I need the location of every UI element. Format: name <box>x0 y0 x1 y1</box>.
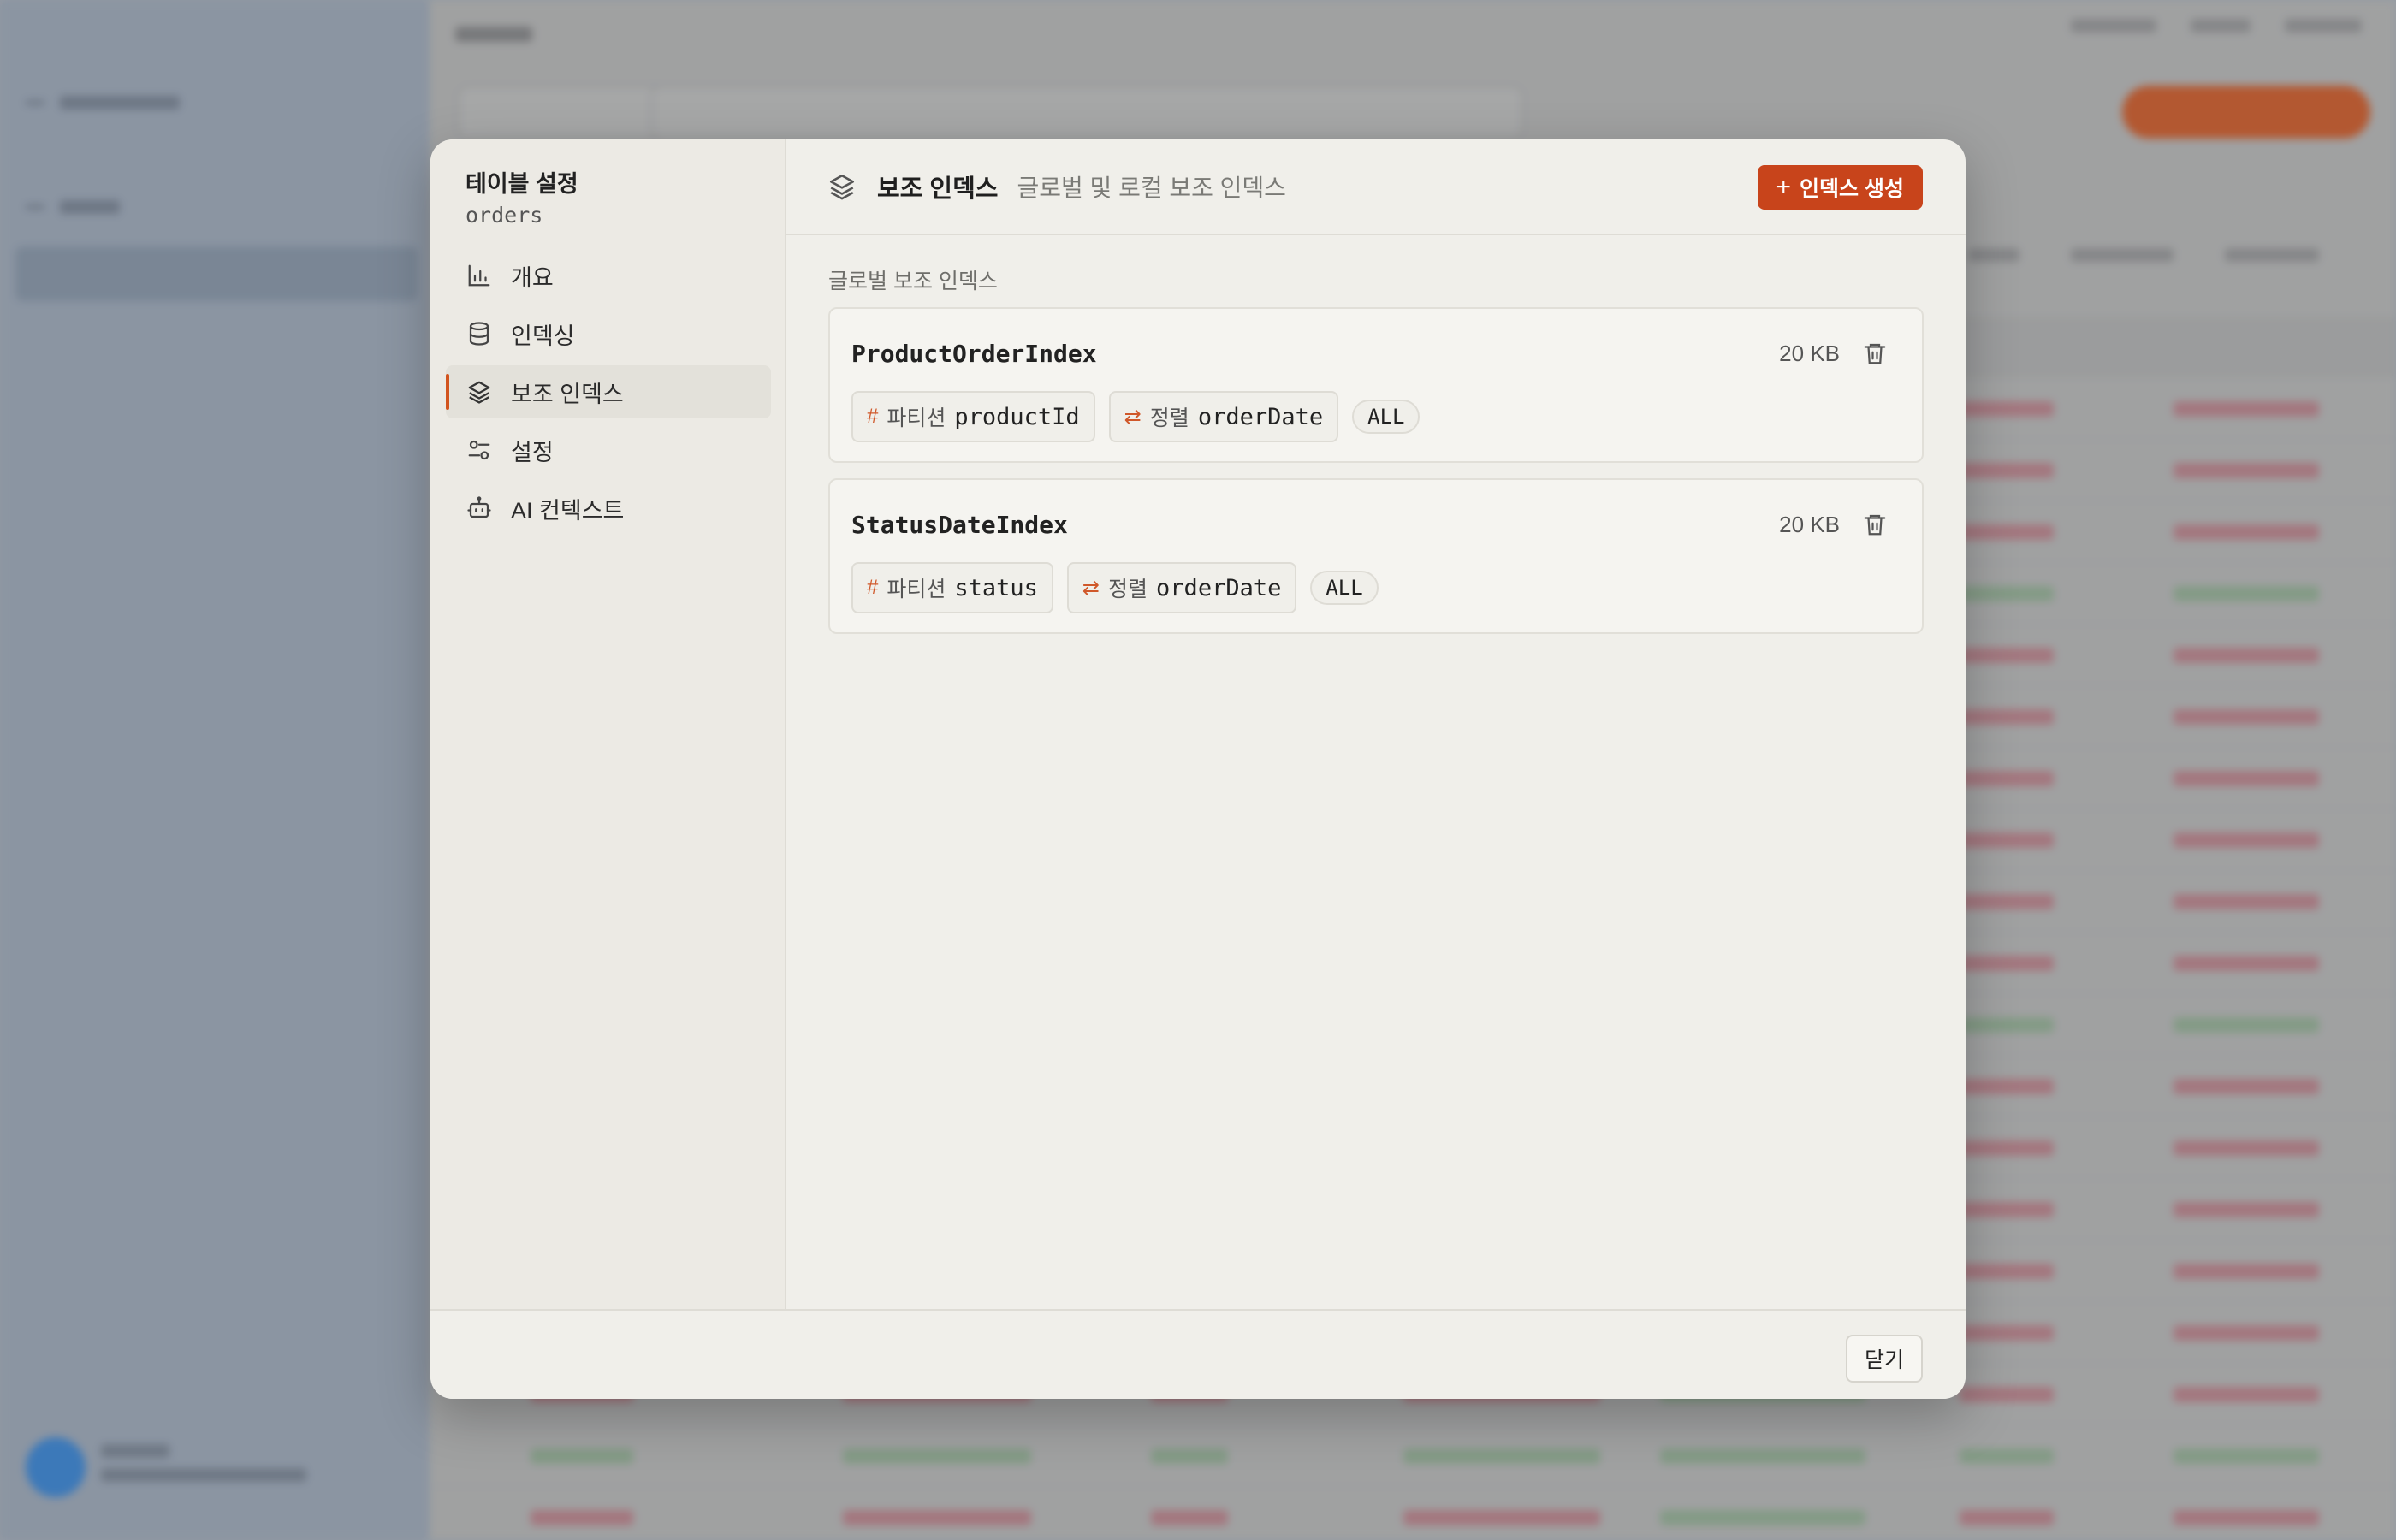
index-name: StatusDateIndex <box>851 511 1068 539</box>
hash-icon: # <box>867 576 879 599</box>
close-button[interactable]: 닫기 <box>1845 1335 1923 1383</box>
trash-icon[interactable] <box>1862 340 1888 367</box>
index-name: ProductOrderIndex <box>851 340 1097 368</box>
nav-item-label: 개요 <box>511 264 554 291</box>
nav-item-ai-context[interactable]: AI 컨텍스트 <box>446 482 771 535</box>
modal-title: 테이블 설정 <box>466 171 578 197</box>
modal-header: 보조 인덱스 글로벌 및 로컬 보조 인덱스 + 인덱스 생성 <box>786 139 1966 235</box>
section-title: 보조 인덱스 <box>877 175 999 203</box>
partition-key-chip: # 파티션 status <box>851 562 1053 613</box>
partition-key-chip: # 파티션 productId <box>851 391 1095 442</box>
nav-item-secondary-index[interactable]: 보조 인덱스 <box>446 365 771 418</box>
projection-badge: ALL <box>1352 400 1420 434</box>
index-size: 20 KB <box>1779 341 1840 366</box>
nav-item-indexing[interactable]: 인덱싱 <box>446 307 771 360</box>
plus-icon: + <box>1776 173 1792 201</box>
index-card: StatusDateIndex 20 KB # 파티션 status ⇄ 정렬 … <box>828 478 1924 634</box>
layers-icon <box>829 174 855 200</box>
nav-item-overview[interactable]: 개요 <box>446 249 771 302</box>
nav-item-label: 보조 인덱스 <box>511 381 624 407</box>
bar-chart-icon <box>468 264 490 287</box>
trash-icon[interactable] <box>1862 511 1888 538</box>
nav-item-label: 인덱싱 <box>511 323 575 349</box>
swap-arrows-icon: ⇄ <box>1082 576 1100 600</box>
create-index-button[interactable]: + 인덱스 생성 <box>1757 165 1923 210</box>
projection-badge: ALL <box>1310 571 1379 605</box>
table-name: orders <box>466 203 543 228</box>
create-index-label: 인덱스 생성 <box>1800 177 1904 201</box>
nav-item-label: 설정 <box>511 439 554 465</box>
modal-footer: 닫기 <box>430 1309 1966 1399</box>
swap-arrows-icon: ⇄ <box>1124 405 1142 429</box>
nav-item-label: AI 컨텍스트 <box>511 497 625 524</box>
sort-key-chip: ⇄ 정렬 orderDate <box>1066 562 1297 613</box>
index-size: 20 KB <box>1779 512 1840 537</box>
modal-sidebar: 테이블 설정 orders 개요 인덱싱 보조 인덱스 설정 AI 컨텍스트 <box>430 139 786 1309</box>
sliders-icon <box>468 440 490 460</box>
section-description: 글로벌 및 로컬 보조 인덱스 <box>1017 175 1286 201</box>
global-index-section-label: 글로벌 보조 인덱스 <box>828 270 998 293</box>
sort-key-chip: ⇄ 정렬 orderDate <box>1108 391 1339 442</box>
nav-item-settings[interactable]: 설정 <box>446 424 771 477</box>
bot-icon <box>467 496 491 518</box>
index-card: ProductOrderIndex 20 KB # 파티션 productId … <box>828 307 1924 463</box>
database-icon <box>469 322 489 346</box>
table-settings-modal: 테이블 설정 orders 개요 인덱싱 보조 인덱스 설정 AI 컨텍스트 보… <box>430 139 1966 1399</box>
layers-icon <box>468 381 490 404</box>
hash-icon: # <box>867 405 879 428</box>
